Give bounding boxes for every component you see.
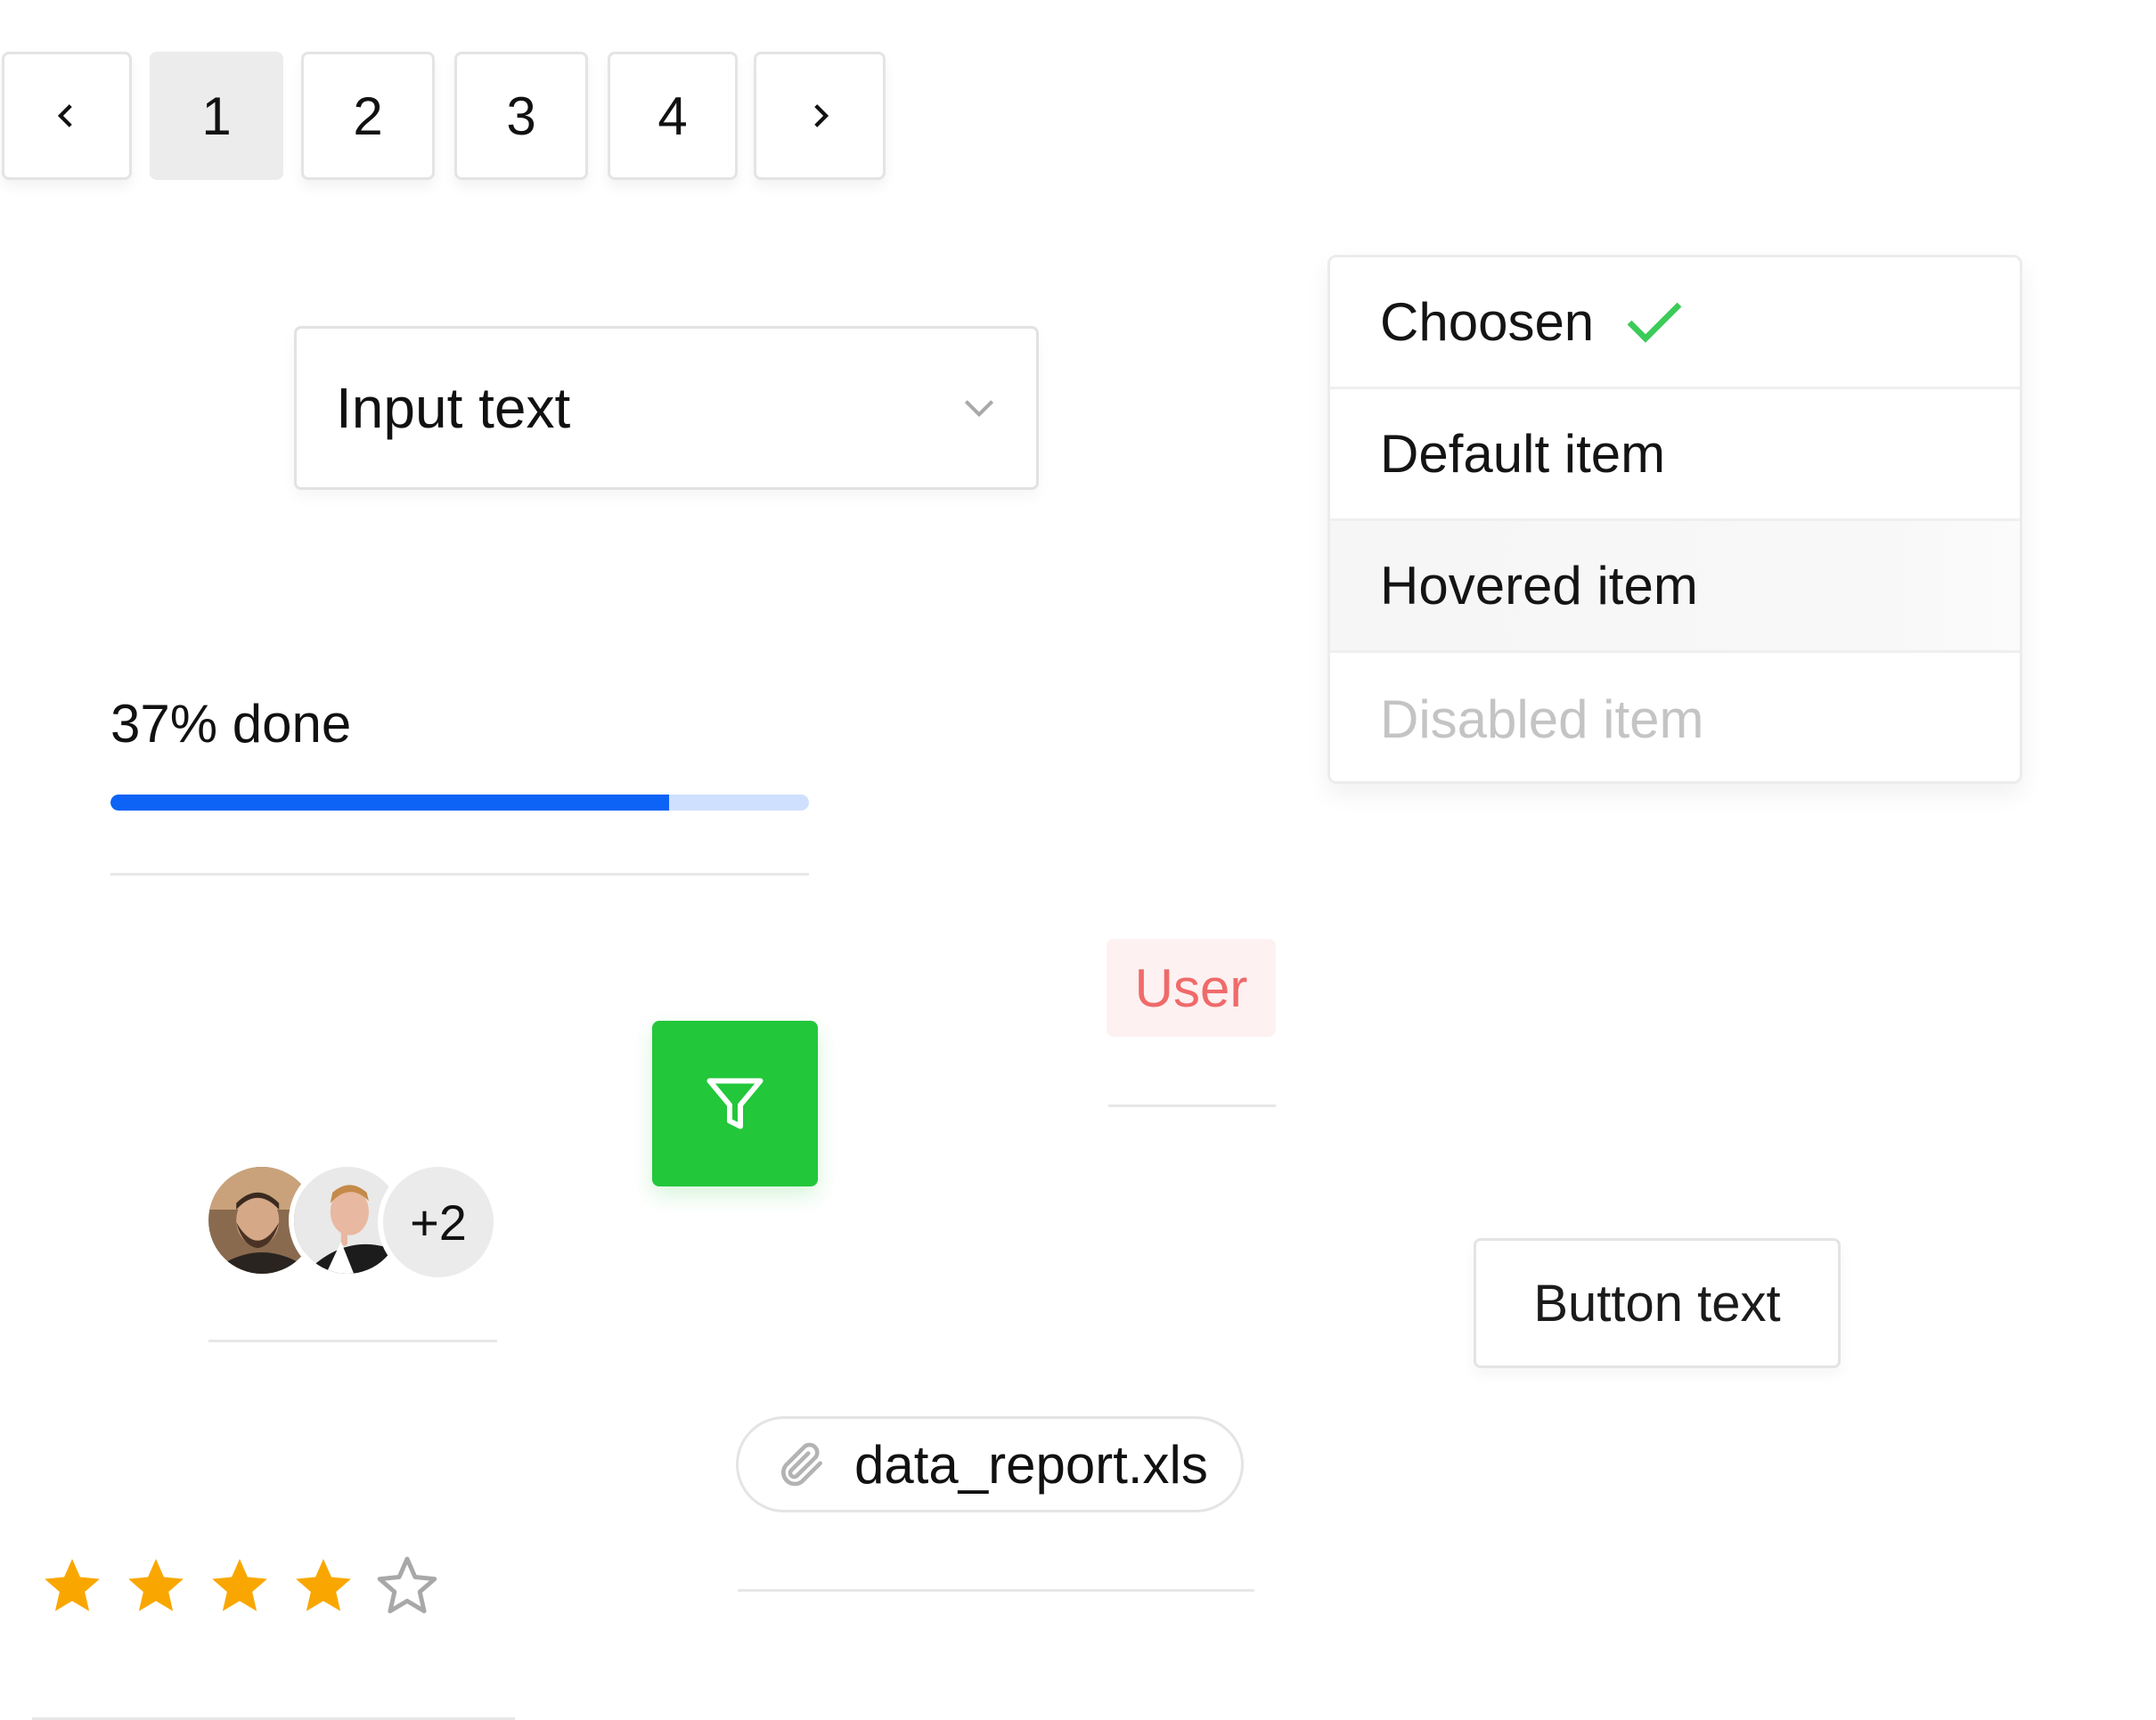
progress-bar: [110, 795, 809, 811]
dropdown-item-default[interactable]: Default item: [1330, 389, 2020, 521]
pagination-page-4[interactable]: 4: [608, 52, 738, 180]
divider: [1108, 1105, 1276, 1107]
attachment-filename: data_report.xls: [854, 1434, 1208, 1495]
page-number: 4: [657, 86, 688, 146]
check-icon: [1627, 302, 1682, 343]
progress-fill: [110, 795, 670, 811]
secondary-button[interactable]: Button text: [1474, 1238, 1841, 1368]
user-tag: User: [1107, 939, 1276, 1037]
dropdown-item-label: Hovered item: [1380, 556, 1698, 615]
chevron-left-icon: [57, 104, 72, 127]
star-filled-icon[interactable]: [39, 1553, 105, 1619]
divider: [110, 873, 809, 876]
star-empty-icon[interactable]: [374, 1553, 440, 1619]
pagination-prev-button[interactable]: [2, 52, 132, 180]
chevron-right-icon: [814, 104, 829, 127]
divider: [208, 1340, 497, 1342]
dropdown-menu: Choosen Default item Hovered item Disabl…: [1327, 255, 2022, 784]
avatar-more-count[interactable]: +2: [378, 1162, 499, 1283]
dropdown-item-disabled: Disabled item: [1330, 653, 2020, 781]
dropdown-item-label: Disabled item: [1380, 689, 1704, 749]
chevron-down-icon: [964, 400, 994, 418]
filter-icon: [706, 1078, 764, 1129]
filter-button[interactable]: [652, 1021, 818, 1186]
dropdown-item-chosen[interactable]: Choosen: [1330, 257, 2020, 389]
dropdown-item-label: Choosen: [1380, 292, 1595, 352]
star-filled-icon[interactable]: [207, 1553, 273, 1619]
pagination-page-3[interactable]: 3: [454, 52, 588, 180]
divider: [738, 1589, 1254, 1592]
select-value: Input text: [336, 376, 571, 440]
attachment-chip[interactable]: data_report.xls: [736, 1416, 1244, 1512]
dropdown-item-label: Default item: [1380, 424, 1666, 484]
star-rating[interactable]: [39, 1553, 440, 1619]
pagination-next-button[interactable]: [754, 52, 886, 180]
select-field[interactable]: Input text: [294, 326, 1039, 490]
progress-label: 37% done: [110, 694, 352, 754]
paperclip-icon: [781, 1442, 822, 1487]
pagination-page-2[interactable]: 2: [301, 52, 435, 180]
pagination-page-1[interactable]: 1: [150, 52, 283, 180]
page-number: 3: [506, 86, 536, 146]
dropdown-item-hovered[interactable]: Hovered item: [1330, 521, 2020, 653]
page-number: 2: [353, 86, 383, 146]
star-filled-icon[interactable]: [290, 1553, 356, 1619]
page-number: 1: [201, 86, 232, 146]
star-filled-icon[interactable]: [123, 1553, 189, 1619]
